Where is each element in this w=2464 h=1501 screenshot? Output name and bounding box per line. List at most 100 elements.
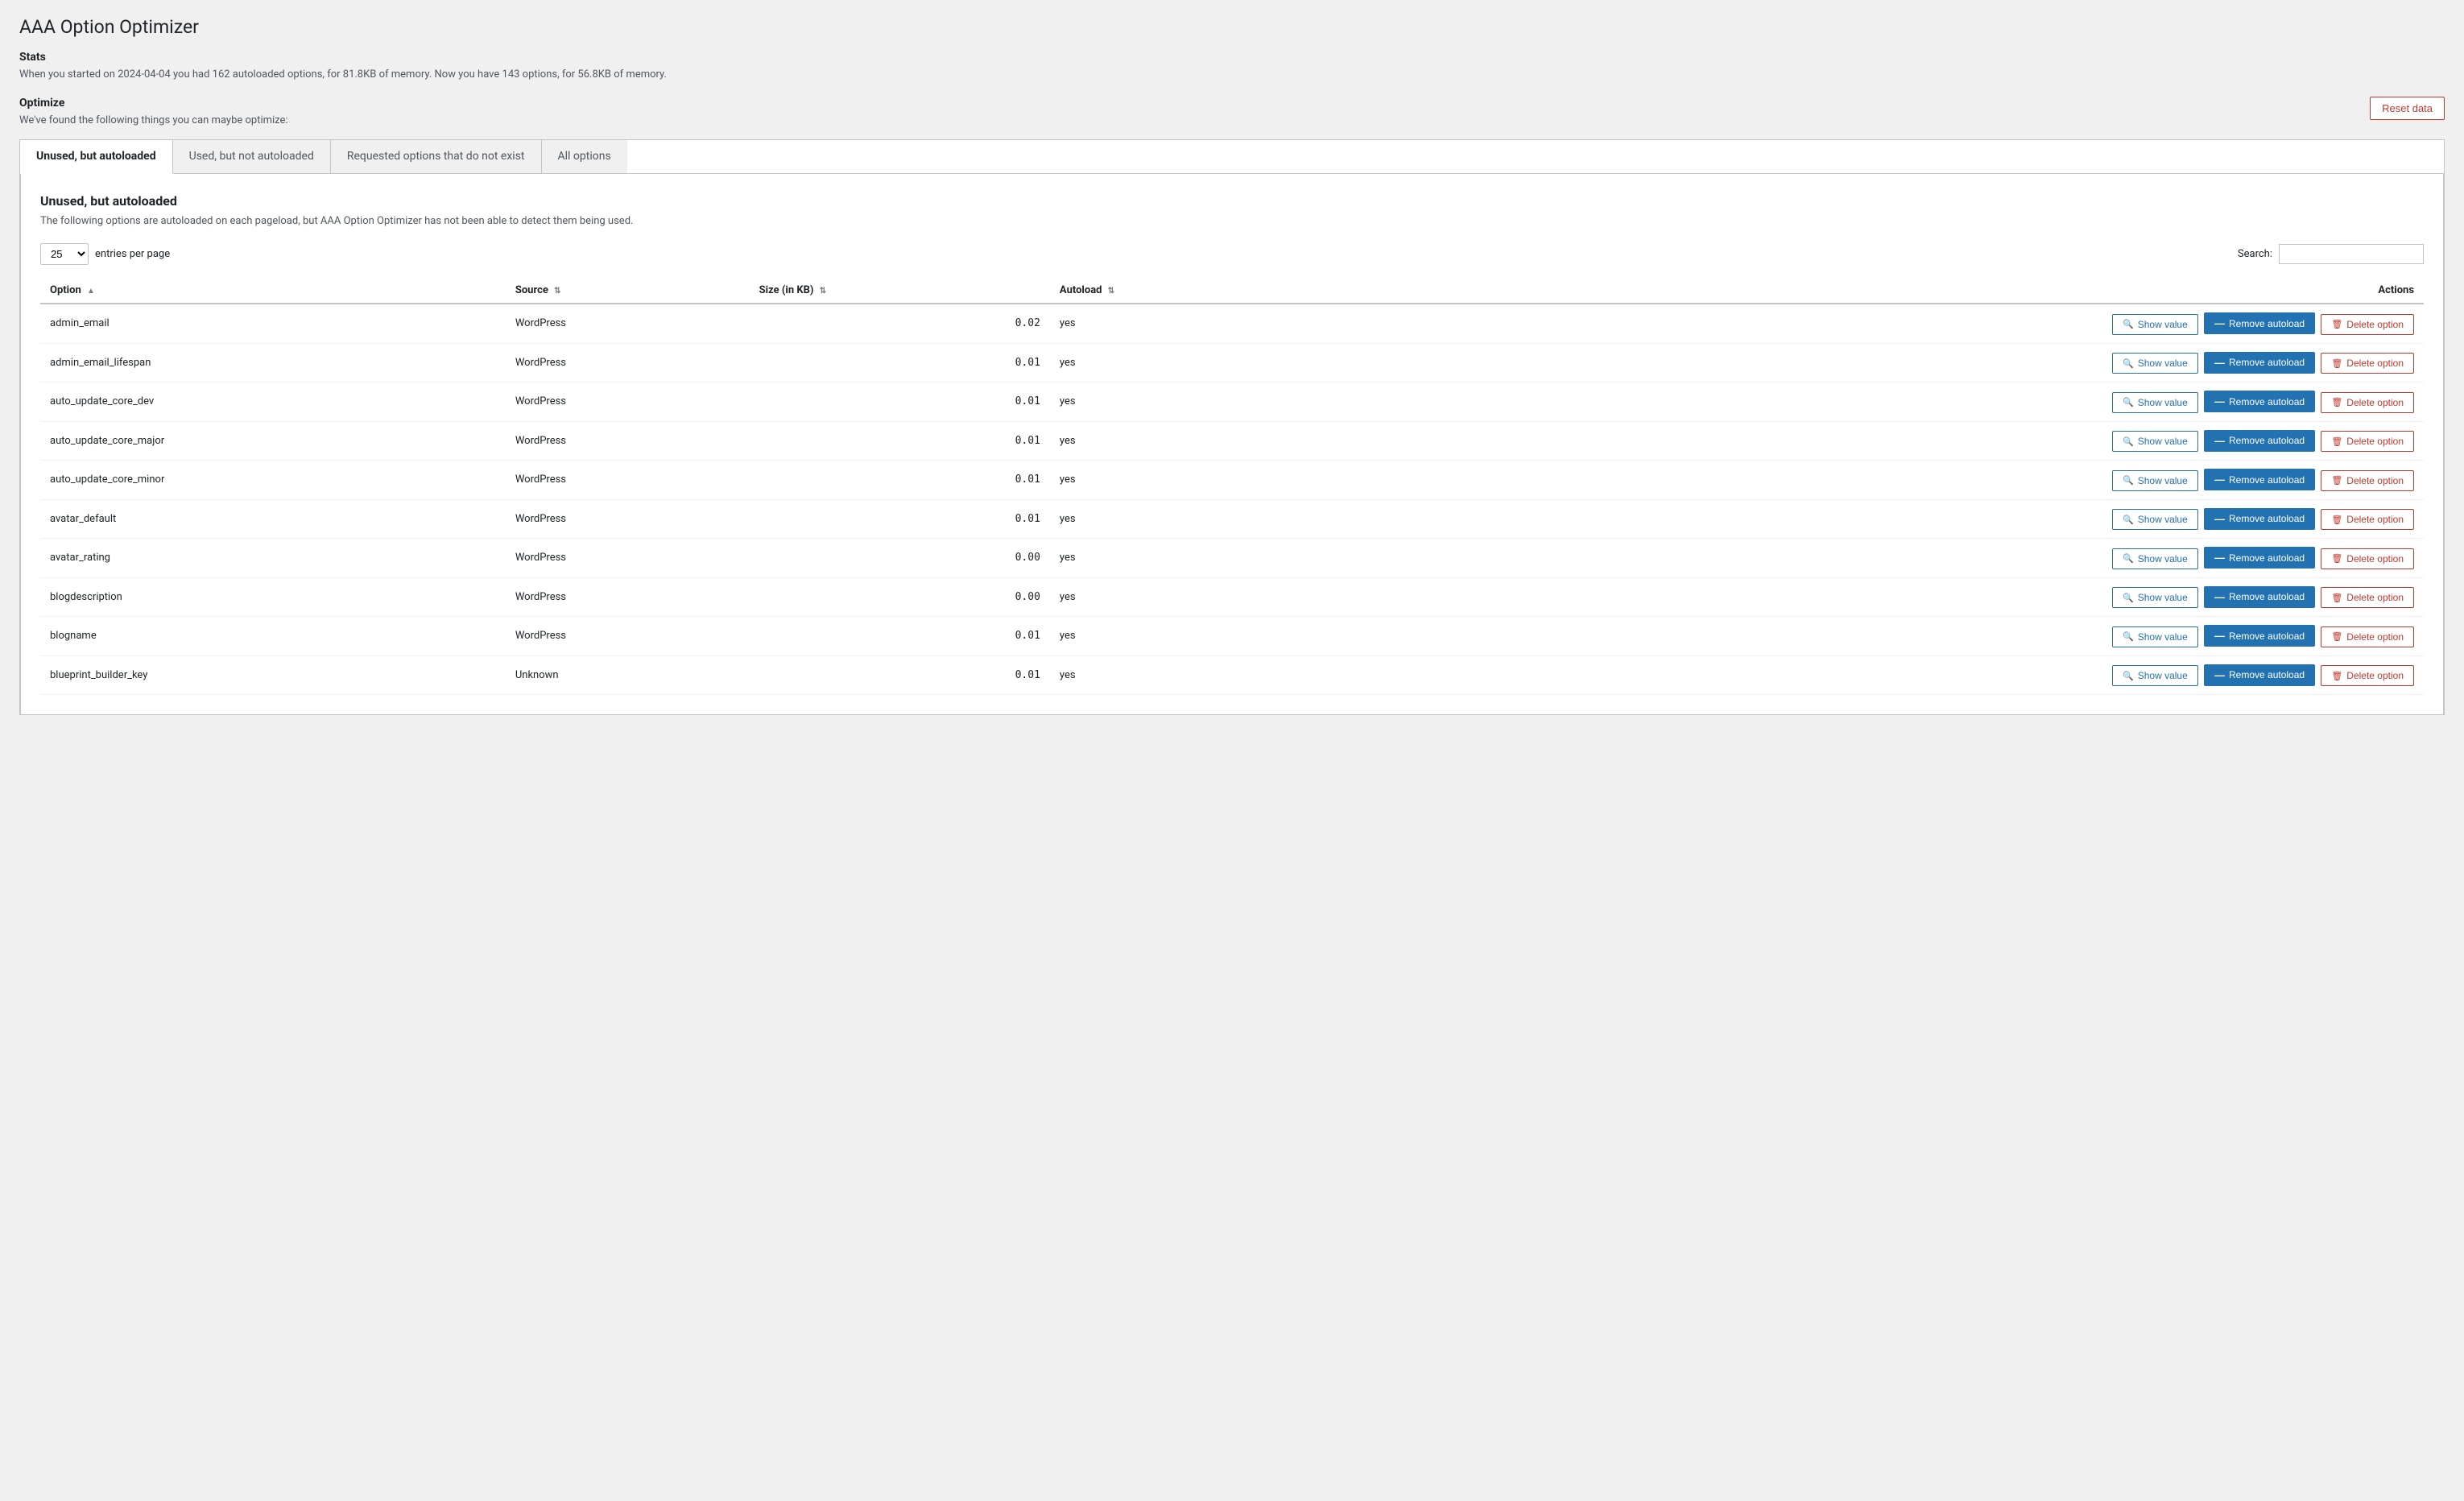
table-row: avatar_default WordPress 0.01 yes 🔍 Show…: [40, 499, 2424, 539]
reset-data-button[interactable]: Reset data: [2370, 97, 2445, 120]
cell-source-7: WordPress: [506, 577, 750, 617]
show-value-button[interactable]: 🔍 Show value: [2112, 314, 2198, 335]
cell-option-3: auto_update_core_major: [40, 421, 506, 461]
cell-source-2: WordPress: [506, 382, 750, 422]
show-value-button[interactable]: 🔍 Show value: [2112, 587, 2198, 608]
minus-icon: —: [2214, 513, 2225, 525]
trash-icon: 🗑: [2331, 358, 2342, 369]
cell-actions-9: 🔍 Show value — Remove autoload 🗑 Delete …: [1308, 655, 2424, 695]
show-value-button[interactable]: 🔍 Show value: [2112, 665, 2198, 686]
entries-per-page-select[interactable]: 10 25 50 100: [40, 243, 89, 265]
delete-option-button[interactable]: 🗑 Delete option: [2321, 470, 2414, 491]
search-input[interactable]: [2279, 244, 2424, 264]
cell-source-1: WordPress: [506, 343, 750, 382]
cell-actions-4: 🔍 Show value — Remove autoload 🗑 Delete …: [1308, 461, 2424, 500]
cell-autoload-7: yes: [1050, 577, 1308, 617]
remove-autoload-button[interactable]: — Remove autoload: [2204, 312, 2315, 334]
tab-content: Unused, but autoloaded The following opt…: [20, 174, 2444, 715]
entries-label: entries per page: [95, 248, 170, 260]
table-row: blueprint_builder_key Unknown 0.01 yes 🔍…: [40, 655, 2424, 695]
optimize-description: We've found the following things you can…: [19, 114, 288, 126]
delete-option-button[interactable]: 🗑 Delete option: [2321, 548, 2414, 569]
cell-source-9: Unknown: [506, 655, 750, 695]
remove-autoload-button[interactable]: — Remove autoload: [2204, 469, 2315, 490]
cell-autoload-4: yes: [1050, 461, 1308, 500]
minus-icon: —: [2214, 357, 2225, 369]
delete-option-button[interactable]: 🗑 Delete option: [2321, 587, 2414, 608]
show-value-button[interactable]: 🔍 Show value: [2112, 548, 2198, 569]
search-label: Search:: [2238, 248, 2272, 260]
option-sort-icon: ▲: [87, 287, 95, 296]
table-row: admin_email WordPress 0.02 yes 🔍 Show va…: [40, 304, 2424, 343]
cell-source-3: WordPress: [506, 421, 750, 461]
cell-option-8: blogname: [40, 617, 506, 656]
table-row: avatar_rating WordPress 0.00 yes 🔍 Show …: [40, 539, 2424, 578]
remove-autoload-button[interactable]: — Remove autoload: [2204, 391, 2315, 412]
delete-option-button[interactable]: 🗑 Delete option: [2321, 314, 2414, 335]
delete-option-button[interactable]: 🗑 Delete option: [2321, 353, 2414, 374]
show-value-button[interactable]: 🔍 Show value: [2112, 392, 2198, 413]
cell-option-6: avatar_rating: [40, 539, 506, 578]
show-value-button[interactable]: 🔍 Show value: [2112, 509, 2198, 530]
cell-option-7: blogdescription: [40, 577, 506, 617]
trash-icon: 🗑: [2331, 319, 2342, 329]
cell-source-4: WordPress: [506, 461, 750, 500]
col-source[interactable]: Source ⇅: [506, 278, 750, 304]
remove-autoload-button[interactable]: — Remove autoload: [2204, 430, 2315, 452]
col-size[interactable]: Size (in KB) ⇅: [750, 278, 1050, 304]
trash-icon: 🗑: [2331, 553, 2342, 564]
table-row: auto_update_core_major WordPress 0.01 ye…: [40, 421, 2424, 461]
minus-icon: —: [2214, 473, 2225, 486]
search-icon: 🔍: [2123, 631, 2134, 642]
col-option[interactable]: Option ▲: [40, 278, 506, 304]
cell-autoload-9: yes: [1050, 655, 1308, 695]
show-value-button[interactable]: 🔍 Show value: [2112, 626, 2198, 647]
remove-autoload-button[interactable]: — Remove autoload: [2204, 352, 2315, 374]
tab-unused-autoloaded[interactable]: Unused, but autoloaded: [20, 140, 173, 174]
stats-section: Stats When you started on 2024-04-04 you…: [19, 51, 2445, 81]
source-sort-icon: ⇅: [554, 287, 560, 296]
col-actions: Actions: [1308, 278, 2424, 304]
trash-icon: 🗑: [2331, 397, 2342, 407]
cell-actions-8: 🔍 Show value — Remove autoload 🗑 Delete …: [1308, 617, 2424, 656]
remove-autoload-button[interactable]: — Remove autoload: [2204, 586, 2315, 608]
search-icon: 🔍: [2123, 553, 2134, 564]
content-description: The following options are autoloaded on …: [40, 215, 2424, 227]
delete-option-button[interactable]: 🗑 Delete option: [2321, 626, 2414, 647]
tabs-nav: Unused, but autoloaded Used, but not aut…: [20, 140, 2444, 174]
trash-icon: 🗑: [2331, 515, 2342, 525]
tab-used-not-autoloaded[interactable]: Used, but not autoloaded: [173, 140, 331, 173]
delete-option-button[interactable]: 🗑 Delete option: [2321, 509, 2414, 530]
show-value-button[interactable]: 🔍 Show value: [2112, 470, 2198, 491]
delete-option-button[interactable]: 🗑 Delete option: [2321, 392, 2414, 413]
cell-autoload-8: yes: [1050, 617, 1308, 656]
minus-icon: —: [2214, 591, 2225, 603]
remove-autoload-button[interactable]: — Remove autoload: [2204, 664, 2315, 686]
minus-icon: —: [2214, 630, 2225, 642]
cell-actions-5: 🔍 Show value — Remove autoload 🗑 Delete …: [1308, 499, 2424, 539]
cell-option-2: auto_update_core_dev: [40, 382, 506, 422]
remove-autoload-button[interactable]: — Remove autoload: [2204, 508, 2315, 530]
search-icon: 🔍: [2123, 475, 2134, 486]
col-autoload[interactable]: Autoload ⇅: [1050, 278, 1308, 304]
cell-size-4: 0.01: [750, 461, 1050, 500]
tab-requested-not-exist[interactable]: Requested options that do not exist: [331, 140, 542, 173]
page-title: AAA Option Optimizer: [19, 16, 2445, 38]
optimize-heading: Optimize: [19, 97, 288, 110]
show-value-button[interactable]: 🔍 Show value: [2112, 353, 2198, 374]
cell-source-8: WordPress: [506, 617, 750, 656]
cell-size-0: 0.02: [750, 304, 1050, 343]
stats-heading: Stats: [19, 51, 2445, 64]
cell-option-0: admin_email: [40, 304, 506, 343]
cell-option-1: admin_email_lifespan: [40, 343, 506, 382]
remove-autoload-button[interactable]: — Remove autoload: [2204, 625, 2315, 647]
table-row: blogdescription WordPress 0.00 yes 🔍 Sho…: [40, 577, 2424, 617]
autoload-sort-icon: ⇅: [1108, 287, 1114, 296]
delete-option-button[interactable]: 🗑 Delete option: [2321, 665, 2414, 686]
optimize-section: Optimize We've found the following thing…: [19, 97, 2445, 126]
show-value-button[interactable]: 🔍 Show value: [2112, 431, 2198, 452]
remove-autoload-button[interactable]: — Remove autoload: [2204, 547, 2315, 569]
tab-all-options[interactable]: All options: [542, 140, 627, 173]
delete-option-button[interactable]: 🗑 Delete option: [2321, 431, 2414, 452]
search-icon: 🔍: [2123, 515, 2134, 525]
